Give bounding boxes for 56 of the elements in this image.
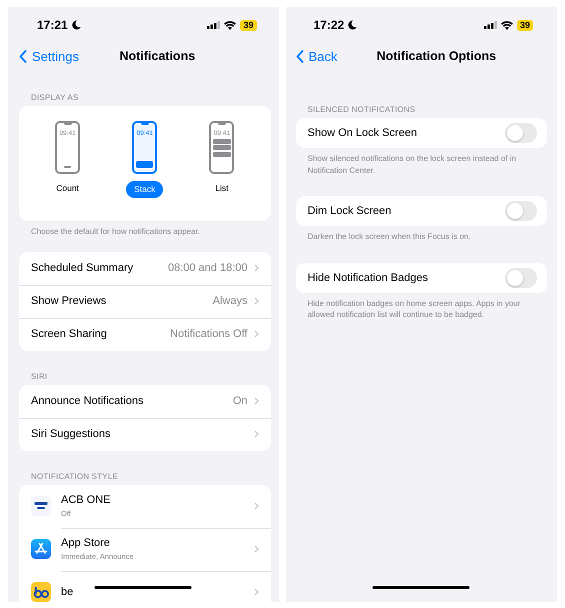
row-label[interactable]: Screen Sharing xyxy=(31,328,164,340)
chevron-icon xyxy=(254,264,258,272)
nav-title: Notification Options xyxy=(376,49,496,63)
section-header: SIRI xyxy=(30,372,48,380)
toggle-switch[interactable] xyxy=(505,123,537,143)
row-label: Dim Lock Screen xyxy=(308,205,392,217)
toggle-switch[interactable] xyxy=(505,268,537,288)
app-name[interactable]: ACB ONE xyxy=(61,494,254,506)
app-icon xyxy=(31,496,51,516)
row-value: On xyxy=(232,395,248,407)
chevron-icon xyxy=(254,297,258,305)
status-time: 17:21 xyxy=(37,18,68,32)
chevron-icon xyxy=(254,430,258,438)
row-value: Always xyxy=(212,295,248,307)
signal-icon xyxy=(207,21,220,29)
chevron-icon xyxy=(254,588,258,596)
display-option-label[interactable]: Stack xyxy=(126,181,164,198)
row-label[interactable]: Scheduled Summary xyxy=(31,262,162,274)
back-chevron-icon xyxy=(296,50,304,62)
row-value: 08:00 and 18:00 xyxy=(168,262,248,274)
wifi-icon xyxy=(224,20,236,30)
status-time: 17:22 xyxy=(314,18,344,32)
toggle-switch[interactable] xyxy=(505,201,537,221)
battery-level: 39 xyxy=(516,20,533,30)
back-chevron-icon xyxy=(19,50,27,62)
chevron-icon xyxy=(254,545,258,553)
section-footer: Choose the default for how notifications appear. xyxy=(19,226,270,238)
app-name[interactable]: be xyxy=(61,586,254,598)
app-name[interactable]: App Store xyxy=(61,537,254,549)
back-button[interactable]: Back xyxy=(296,48,338,64)
app-store-icon xyxy=(31,539,51,559)
chevron-icon xyxy=(254,502,258,510)
section-header: SILENCED NOTIFICATIONS xyxy=(306,105,416,114)
moon-icon xyxy=(72,20,81,30)
display-option-label[interactable]: List xyxy=(208,181,236,196)
app-icon xyxy=(31,582,51,602)
row-label[interactable]: Siri Suggestions xyxy=(31,428,248,440)
back-button[interactable]: Settings xyxy=(19,48,79,64)
battery-level: 39 xyxy=(240,20,256,30)
row-value: Notifications Off xyxy=(170,328,248,340)
section-footer: Hide notification badges on home screen apps. Apps in your allowed notification list will continue to be badged. xyxy=(296,298,547,320)
section-header: NOTIFICATION STYLE xyxy=(30,472,120,480)
row-label: Hide Notification Badges xyxy=(308,272,429,284)
wifi-icon xyxy=(500,20,513,30)
moon-icon xyxy=(348,20,358,30)
section-footer: Show silenced notifications on the lock screen instead of in Notification Center. xyxy=(296,153,547,176)
row-label[interactable]: Announce Notifications xyxy=(31,395,227,407)
section-header: DISPLAY AS xyxy=(30,93,80,102)
nav-title: Notifications xyxy=(119,49,196,63)
row-label: Show On Lock Screen xyxy=(308,127,418,139)
section-footer: Darken the lock screen when this Focus is on. xyxy=(296,231,547,242)
chevron-icon xyxy=(254,397,258,405)
signal-icon xyxy=(484,21,497,29)
chevron-icon xyxy=(254,330,258,338)
row-label[interactable]: Show Previews xyxy=(31,295,207,307)
display-option-label[interactable]: Count xyxy=(49,181,86,196)
